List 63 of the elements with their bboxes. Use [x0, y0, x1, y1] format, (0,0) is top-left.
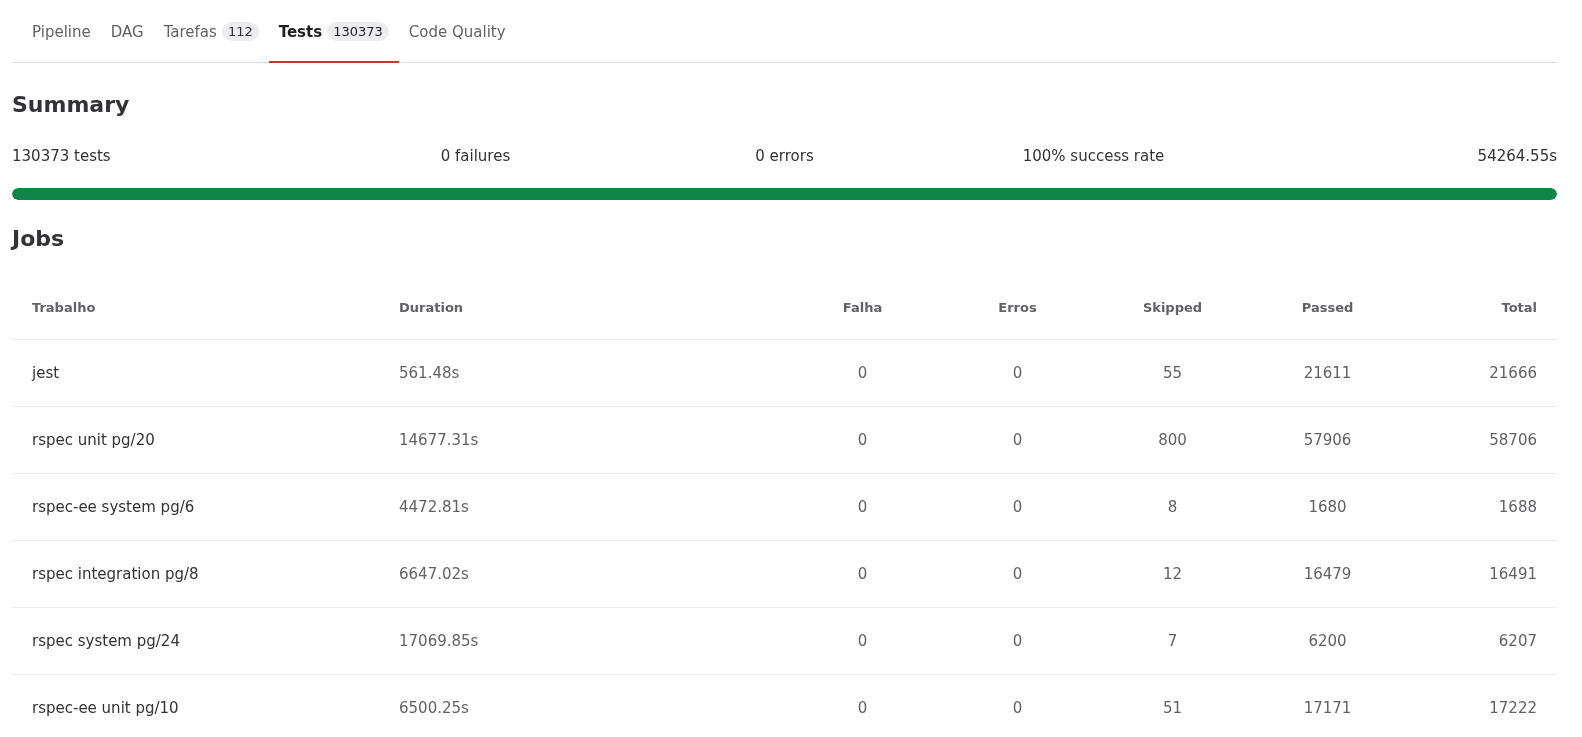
tab[interactable]: Tarefas 112	[153, 0, 269, 63]
table-cell-text: rspec integration pg/8	[31, 565, 200, 583]
table-cell-text: 6500.25s	[398, 699, 470, 717]
table-cell-text: 6207	[1497, 632, 1538, 650]
count-badge: 112	[221, 22, 259, 41]
summary-stat: 130373 tests	[12, 147, 112, 165]
column-header: Erros	[997, 299, 1038, 315]
table-cell-text: 17222	[1488, 699, 1538, 717]
tab[interactable]: DAG	[100, 0, 154, 63]
table-cell-text: 58706	[1488, 431, 1538, 449]
tab[interactable]: Pipeline	[22, 0, 101, 63]
section-heading: Summary	[12, 92, 131, 117]
table-cell-text: 14677.31s	[398, 431, 480, 449]
summary-stat: 0 failures	[439, 147, 512, 165]
table-cell-text: rspec system pg/24	[31, 632, 181, 650]
table-cell-text: 0	[856, 364, 869, 382]
table-cell-text: 12	[1161, 565, 1184, 583]
column-header: Passed	[1300, 299, 1355, 315]
table-cell-text: rspec unit pg/20	[31, 431, 156, 449]
column-header: Trabalho	[31, 299, 97, 315]
table-cell-text: rspec-ee system pg/6	[31, 498, 196, 516]
table-cell-text: 0	[856, 431, 869, 449]
count-badge: 130373	[327, 22, 389, 41]
column-header: Total	[1500, 299, 1538, 315]
table-cell-text: 57906	[1302, 431, 1353, 449]
table-cell-text: 0	[1011, 565, 1024, 583]
table-cell-text: 21611	[1302, 364, 1353, 382]
table-cell-text: 1680	[1307, 498, 1348, 516]
table-cell-text: 51	[1161, 699, 1184, 717]
table-cell-text: 1688	[1497, 498, 1538, 516]
table-cell-text: 8	[1166, 498, 1179, 516]
table-cell-text: 0	[1011, 364, 1024, 382]
table-cell-text: 0	[1011, 699, 1024, 717]
table-cell-text: 21666	[1488, 364, 1538, 382]
column-header: Duration	[398, 299, 465, 315]
table-cell-text: 561.48s	[398, 364, 461, 382]
table-cell-text: 55	[1161, 364, 1184, 382]
table-cell-text: 17069.85s	[398, 632, 480, 650]
column-header: Skipped	[1141, 299, 1204, 315]
table-cell-text: rspec-ee unit pg/10	[31, 699, 180, 717]
table-cell-text: 0	[856, 498, 869, 516]
section-heading: Jobs	[12, 226, 66, 251]
table-cell-text: jest	[30, 364, 61, 382]
table-cell-text: 0	[1011, 498, 1024, 516]
table-cell-text: 6200	[1307, 632, 1348, 650]
tab[interactable]: Code Quality	[398, 0, 516, 63]
table-cell-text: 0	[856, 565, 869, 583]
table-cell-text: 6647.02s	[398, 565, 470, 583]
table-cell-text: 16491	[1488, 565, 1538, 583]
table-cell-text: 800	[1157, 431, 1188, 449]
summary-stat: 100% success rate	[1021, 147, 1166, 165]
table-cell-text: 16479	[1302, 565, 1353, 583]
tab[interactable]: Tests 130373	[268, 0, 399, 63]
column-header: Falha	[841, 299, 884, 315]
table-cell-text: 0	[1011, 632, 1024, 650]
table-cell-text: 0	[1011, 431, 1024, 449]
table-cell-text: 0	[856, 699, 869, 717]
summary-stat: 0 errors	[754, 147, 815, 165]
table-cell-text: 0	[856, 632, 869, 650]
table-cell-text: 17171	[1302, 699, 1353, 717]
summary-stat: 54264.55s	[1476, 147, 1557, 165]
table-cell-text: 7	[1166, 632, 1179, 650]
table-cell-text: 4472.81s	[398, 498, 470, 516]
